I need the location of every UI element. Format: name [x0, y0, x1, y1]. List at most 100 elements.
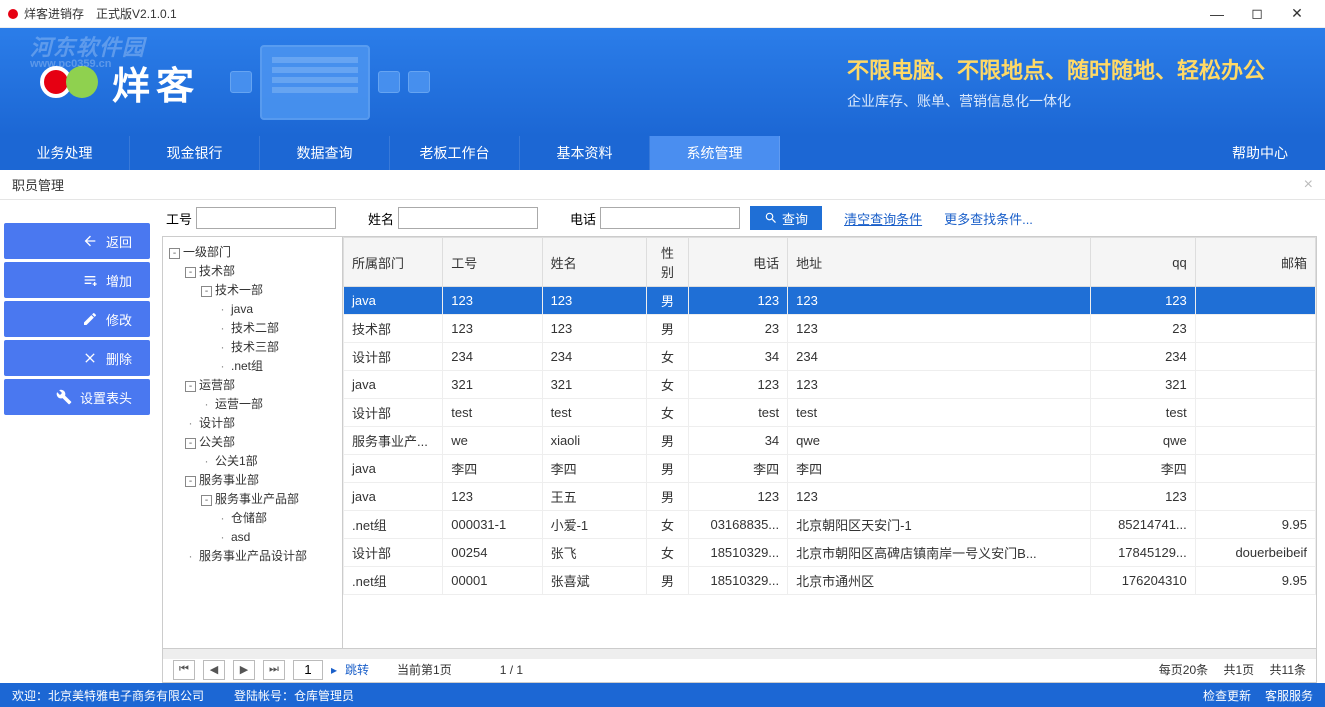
- table-cell: 设计部: [344, 343, 443, 371]
- footer-service[interactable]: 客服服务: [1265, 687, 1313, 704]
- table-cell: 9.95: [1195, 511, 1315, 539]
- table-row[interactable]: java321321女123123321: [344, 371, 1316, 399]
- tree-node[interactable]: .net组: [231, 359, 263, 373]
- tree-node[interactable]: 仓储部: [231, 511, 267, 525]
- pager-dropdown-icon[interactable]: ▸: [331, 663, 337, 677]
- input-phone[interactable]: [600, 207, 740, 229]
- tree-node[interactable]: asd: [231, 530, 250, 544]
- tree-node[interactable]: 运营部: [199, 378, 235, 392]
- tree-toggle[interactable]: -: [201, 286, 212, 297]
- table-cell: 男: [647, 455, 689, 483]
- tree-node[interactable]: 服务事业产品设计部: [199, 549, 307, 563]
- tree-node[interactable]: 服务事业部: [199, 473, 259, 487]
- table-row[interactable]: 设计部00254张飞女18510329...北京市朝阳区高碑店镇南岸一号义安门B…: [344, 539, 1316, 567]
- tree-toggle[interactable]: -: [185, 267, 196, 278]
- table-header[interactable]: 工号: [443, 238, 542, 287]
- pager-page-input[interactable]: [293, 660, 323, 680]
- department-tree[interactable]: -一级部门-技术部-技术一部·java·技术二部·技术三部·.net组-运营部·…: [163, 237, 343, 648]
- table-cell: douerbeibeif: [1195, 539, 1315, 567]
- pager-jump[interactable]: 跳转: [345, 661, 369, 678]
- clear-conditions-link[interactable]: 清空查询条件: [844, 209, 922, 228]
- tree-toggle[interactable]: -: [169, 248, 180, 259]
- label-id: 工号: [166, 209, 192, 228]
- nav-system[interactable]: 系统管理: [650, 136, 780, 170]
- table-row[interactable]: 设计部234234女34234234: [344, 343, 1316, 371]
- add-button[interactable]: 增加: [4, 262, 150, 298]
- logo-icon: [40, 66, 98, 98]
- table-cell: 男: [647, 567, 689, 595]
- table-cell: 张飞: [542, 539, 647, 567]
- footer-login-user: 仓库管理员: [294, 687, 354, 704]
- footer-check-update[interactable]: 检查更新: [1203, 687, 1251, 704]
- tree-toggle[interactable]: -: [201, 495, 212, 506]
- tree-toggle[interactable]: -: [185, 381, 196, 392]
- table-header[interactable]: 地址: [788, 238, 1091, 287]
- input-id[interactable]: [196, 207, 336, 229]
- table-header[interactable]: 姓名: [542, 238, 647, 287]
- tree-node[interactable]: 技术一部: [215, 283, 263, 297]
- table-cell: java: [344, 371, 443, 399]
- tree-node[interactable]: 公关部: [199, 435, 235, 449]
- table-header[interactable]: 电话: [688, 238, 787, 287]
- table-row[interactable]: 设计部testtest女testtesttest: [344, 399, 1316, 427]
- table-header[interactable]: qq: [1091, 238, 1196, 287]
- tree-node[interactable]: java: [231, 302, 253, 316]
- pager-per-page: 每页20条: [1159, 663, 1208, 677]
- table-header[interactable]: 性别: [647, 238, 689, 287]
- query-button[interactable]: 查询: [750, 206, 822, 230]
- pager-first[interactable]: ⏮: [173, 660, 195, 680]
- input-name[interactable]: [398, 207, 538, 229]
- table-cell: 设计部: [344, 539, 443, 567]
- delete-button[interactable]: 删除: [4, 340, 150, 376]
- tree-node[interactable]: 技术二部: [231, 321, 279, 335]
- table-row[interactable]: .net组000031-1小爱-1女03168835...北京朝阳区天安门-18…: [344, 511, 1316, 539]
- table-row[interactable]: java李四李四男李四李四李四: [344, 455, 1316, 483]
- edit-button[interactable]: 修改: [4, 301, 150, 337]
- nav-help[interactable]: 帮助中心: [1195, 136, 1325, 170]
- nav-boss[interactable]: 老板工作台: [390, 136, 520, 170]
- table-header[interactable]: 邮箱: [1195, 238, 1315, 287]
- tree-node[interactable]: 运营一部: [215, 397, 263, 411]
- table-row[interactable]: .net组00001张喜斌男18510329...北京市通州区176204310…: [344, 567, 1316, 595]
- table-cell: 男: [647, 427, 689, 455]
- nav-query[interactable]: 数据查询: [260, 136, 390, 170]
- tree-node[interactable]: 服务事业产品部: [215, 492, 299, 506]
- table-cell: [1195, 287, 1315, 315]
- maximize-button[interactable]: ◻: [1237, 0, 1277, 28]
- back-button[interactable]: 返回: [4, 223, 150, 259]
- table-cell: 北京朝阳区天安门-1: [788, 511, 1091, 539]
- table-cell: 123: [443, 287, 542, 315]
- pager-next[interactable]: ▶: [233, 660, 255, 680]
- nav-basic[interactable]: 基本资料: [520, 136, 650, 170]
- table-row[interactable]: java123123男123123123: [344, 287, 1316, 315]
- pager-prev[interactable]: ◀: [203, 660, 225, 680]
- tree-node[interactable]: 设计部: [199, 416, 235, 430]
- table-cell: 女: [647, 539, 689, 567]
- table-row[interactable]: 服务事业产...wexiaoli男34qweqwe: [344, 427, 1316, 455]
- tree-node[interactable]: 公关1部: [215, 454, 258, 468]
- close-tab-icon[interactable]: ×: [1304, 176, 1313, 194]
- tree-node[interactable]: 技术部: [199, 264, 235, 278]
- nav-cashbank[interactable]: 现金银行: [130, 136, 260, 170]
- table-header[interactable]: 所属部门: [344, 238, 443, 287]
- set-header-button[interactable]: 设置表头: [4, 379, 150, 415]
- more-conditions-link[interactable]: 更多查找条件...: [944, 209, 1033, 228]
- minimize-button[interactable]: —: [1197, 0, 1237, 28]
- close-button[interactable]: ✕: [1277, 0, 1317, 28]
- tree-toggle[interactable]: -: [185, 438, 196, 449]
- table-cell: we: [443, 427, 542, 455]
- table-row[interactable]: java123王五男123123123: [344, 483, 1316, 511]
- table-cell: 234: [443, 343, 542, 371]
- tree-root-node[interactable]: 一级部门: [183, 245, 231, 259]
- tree-node[interactable]: 技术三部: [231, 340, 279, 354]
- nav-business[interactable]: 业务处理: [0, 136, 130, 170]
- table-cell: 技术部: [344, 315, 443, 343]
- table-cell: 123: [542, 315, 647, 343]
- table-row[interactable]: 技术部123123男2312323: [344, 315, 1316, 343]
- tree-toggle[interactable]: -: [185, 476, 196, 487]
- table-cell: 李四: [688, 455, 787, 483]
- table-cell: 王五: [542, 483, 647, 511]
- table-cell: [1195, 455, 1315, 483]
- pager-last[interactable]: ⏭: [263, 660, 285, 680]
- table-cell: 234: [1091, 343, 1196, 371]
